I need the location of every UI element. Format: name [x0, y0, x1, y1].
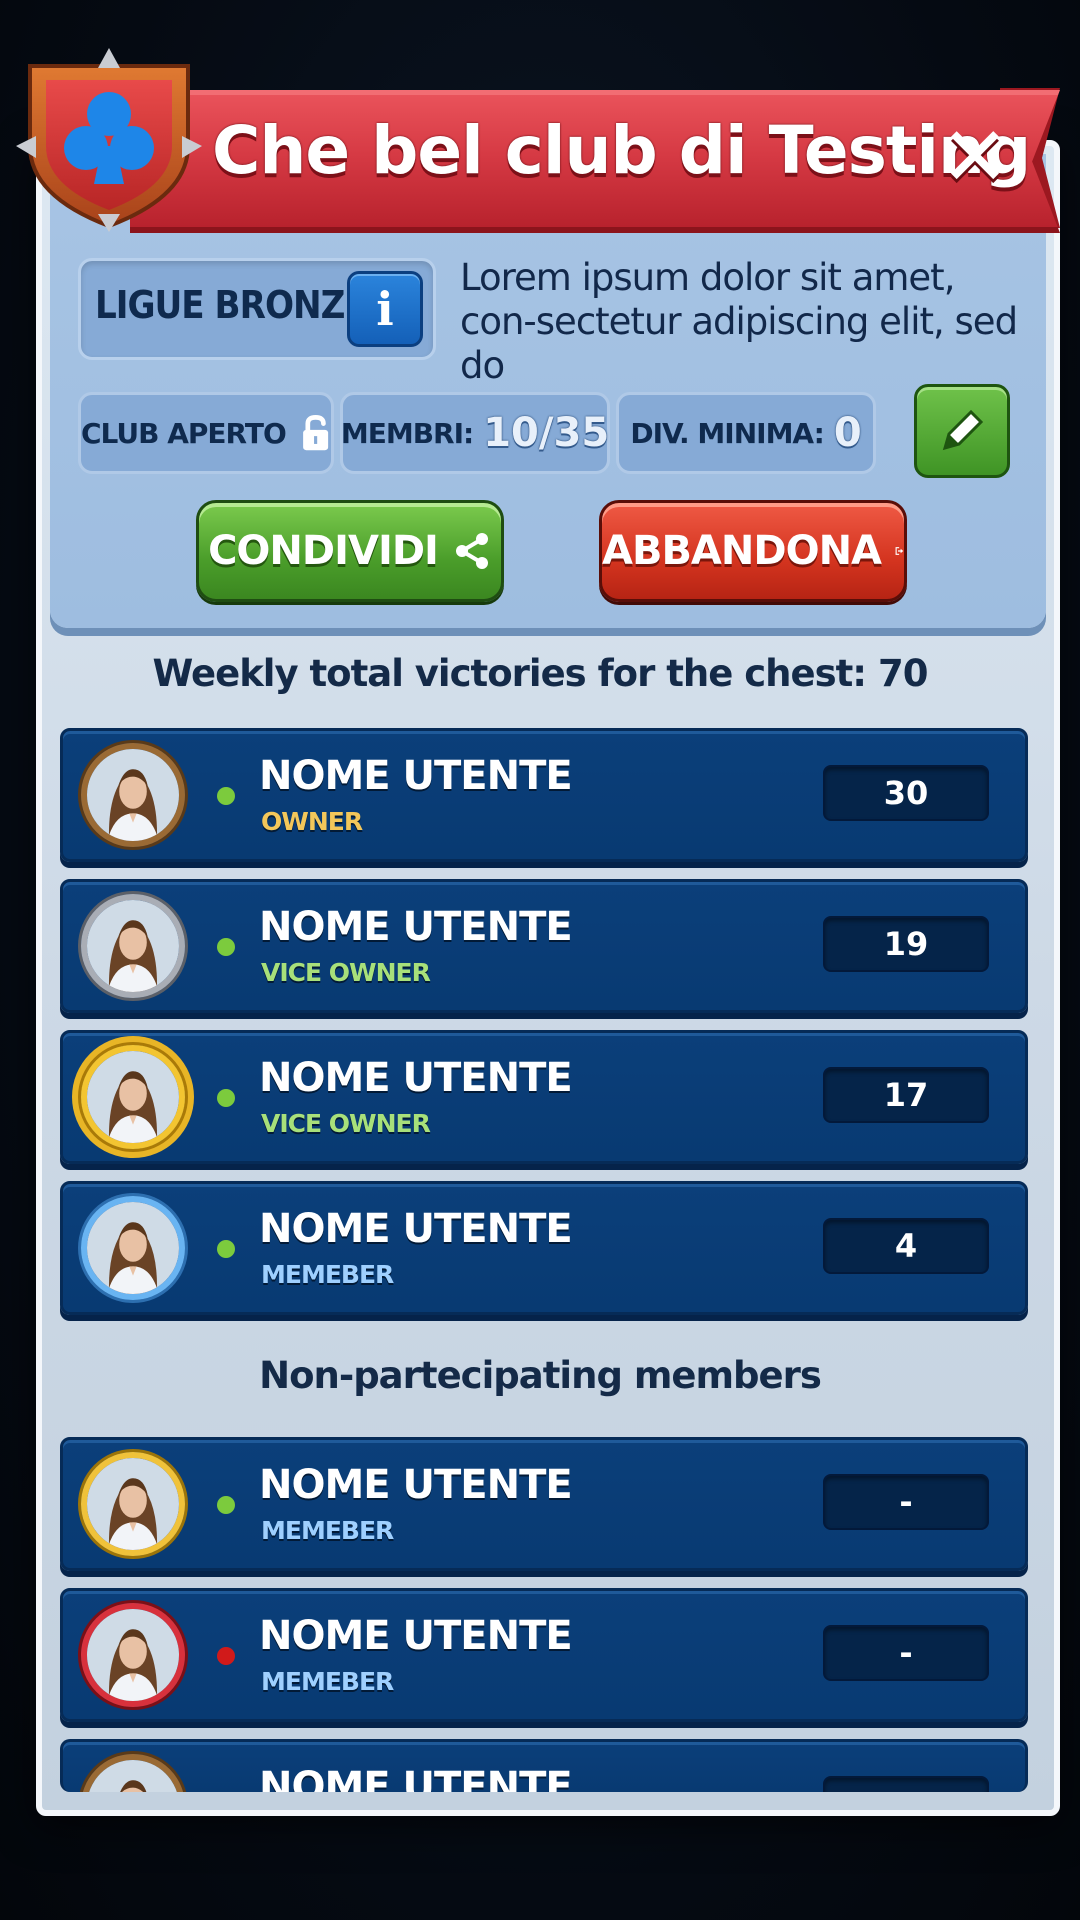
member-name: NOME UTENTE [259, 1055, 573, 1101]
status-dot-offline [217, 1647, 235, 1665]
avatar [81, 1452, 185, 1556]
status-dot-online [217, 1496, 235, 1514]
info-icon: i [376, 282, 394, 336]
avatar-photo [87, 1051, 179, 1143]
member-name: NOME UTENTE [259, 904, 573, 950]
member-role: MEMEBER [261, 1667, 394, 1696]
member-row[interactable]: NOME UTENTE MEMEBER 4 [60, 1181, 1028, 1315]
club-open-label: CLUB APERTO [81, 416, 287, 450]
member-name: NOME UTENTE [259, 1206, 573, 1252]
min-division-value: 0 [833, 410, 862, 456]
club-title: Che bel club di Testing [212, 112, 1031, 189]
close-button[interactable]: ✕ [930, 110, 1020, 205]
member-name: NOME UTENTE [259, 1613, 573, 1659]
avatar [81, 1045, 185, 1149]
non-participating-title: Non-partecipating members [259, 1354, 822, 1397]
victories-value: 4 [894, 1227, 918, 1265]
victories-value: 30 [883, 774, 929, 812]
member-row[interactable]: NOME UTENTE VICE OWNER 17 [60, 1030, 1028, 1164]
member-row[interactable]: NOME UTENTE MEMEBER - [60, 1437, 1028, 1571]
victories-count: - [823, 1625, 989, 1681]
member-row[interactable]: NOME UTENTE OWNER 30 [60, 728, 1028, 862]
close-icon: ✕ [940, 110, 1010, 205]
victories-count: 19 [823, 916, 989, 972]
status-dot-online [217, 1240, 235, 1258]
member-role: OWNER [261, 807, 363, 836]
member-name: NOME UTENTE [259, 1462, 573, 1508]
club-description: Lorem ipsum dolor sit amet, con-sectetur… [460, 256, 1018, 387]
victories-count: - [823, 1474, 989, 1530]
avatar [81, 894, 185, 998]
member-row[interactable]: NOME UTENTE [60, 1739, 1028, 1792]
share-label: CONDIVIDI [208, 528, 439, 574]
victories-value: - [899, 1634, 913, 1672]
status-dot-online [217, 787, 235, 805]
member-name: NOME UTENTE [259, 1764, 573, 1792]
min-division-label: DIV. MINIMA: [630, 416, 824, 450]
member-row[interactable]: NOME UTENTE MEMEBER - [60, 1588, 1028, 1722]
member-name: NOME UTENTE [259, 753, 573, 799]
league-label: LIGUE BRONZE [95, 283, 368, 327]
avatar [81, 1196, 185, 1300]
victories-value: 17 [883, 1076, 929, 1114]
member-row[interactable]: NOME UTENTE VICE OWNER 19 [60, 879, 1028, 1013]
avatar-photo [87, 1609, 179, 1701]
victories-count: 4 [823, 1218, 989, 1274]
avatar [81, 1603, 185, 1707]
victories-value: - [899, 1483, 913, 1521]
leave-label: ABBANDONA [602, 528, 882, 574]
exit-icon [895, 547, 904, 555]
club-open-status: CLUB APERTO [78, 392, 334, 474]
weekly-victories-title: Weekly total victories for the chest: 70 [152, 652, 929, 695]
unlock-icon [302, 415, 328, 451]
club-suit-shield-icon [16, 48, 202, 232]
victories-count: 17 [823, 1067, 989, 1123]
min-division: DIV. MINIMA: 0 [616, 392, 876, 474]
victories-value: 19 [883, 925, 929, 963]
member-role: VICE OWNER [261, 958, 431, 987]
avatar-photo [87, 1202, 179, 1294]
avatar-photo [87, 1760, 179, 1792]
members-count: MEMBRI: 10/35 [340, 392, 610, 474]
status-dot-online [217, 1089, 235, 1107]
avatar-photo [87, 900, 179, 992]
victories-count [823, 1776, 989, 1792]
member-role: MEMEBER [261, 1260, 394, 1289]
victories-count: 30 [823, 765, 989, 821]
leave-button[interactable]: ABBANDONA [599, 500, 907, 602]
avatar-photo [87, 749, 179, 841]
info-button[interactable]: i [347, 271, 423, 347]
pencil-icon [942, 409, 984, 451]
avatar [81, 743, 185, 847]
avatar [81, 1754, 185, 1792]
edit-button[interactable] [914, 384, 1010, 478]
share-button[interactable]: CONDIVIDI [196, 500, 504, 602]
share-icon [455, 533, 488, 569]
members-label: MEMBRI: [340, 416, 474, 450]
member-role: MEMEBER [261, 1516, 394, 1545]
league-badge: LIGUE BRONZE i [78, 258, 436, 360]
status-dot-online [217, 938, 235, 956]
avatar-photo [87, 1458, 179, 1550]
member-role: VICE OWNER [261, 1109, 431, 1138]
members-value: 10/35 [483, 410, 610, 456]
